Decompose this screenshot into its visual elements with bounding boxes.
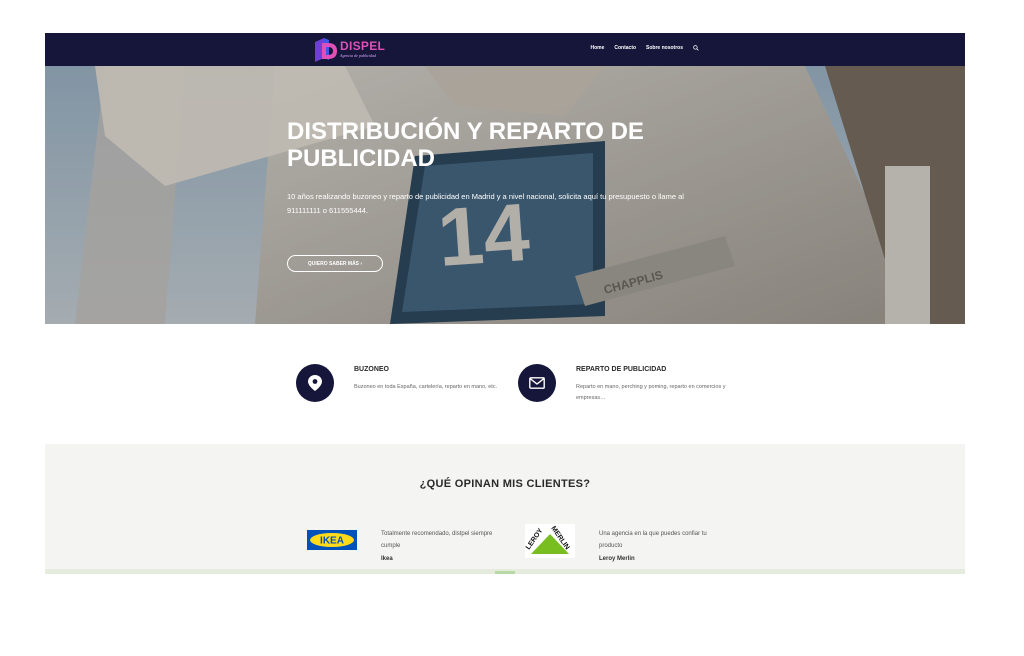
map-pin-icon bbox=[308, 375, 322, 391]
leroy-merlin-logo: LEROY MERLIN bbox=[525, 524, 575, 558]
envelope-icon bbox=[529, 377, 545, 389]
hero-title: DISTRIBUCIÓN Y REPARTO DE PUBLICIDAD bbox=[287, 118, 644, 172]
hero-banner: CHAPPLIS 14 DISTRIBUCIÓN Y REPARTO DE PU… bbox=[45, 66, 965, 324]
service-reparto[interactable]: REPARTO DE PUBLICIDAD Reparto en mano, p… bbox=[518, 364, 738, 424]
envelope-icon-circle bbox=[518, 364, 556, 402]
testimonial-quote: Totalmente recomendado, distpel siempre … bbox=[381, 531, 493, 549]
ikea-logo: IKEA bbox=[307, 530, 357, 550]
testimonial-author: Leroy Merlin bbox=[599, 556, 635, 562]
services-section: BUZONEO Buzoneo en toda España, carteler… bbox=[45, 324, 965, 444]
ikea-logo-text: IKEA bbox=[320, 536, 344, 547]
service-title: REPARTO DE PUBLICIDAD bbox=[576, 366, 667, 373]
testimonials-title: ¿QUÉ OPINAN MIS CLIENTES? bbox=[419, 478, 591, 490]
testimonial-leroy-merlin: LEROY MERLIN Una agencia en la que puede… bbox=[525, 524, 735, 574]
service-description: Buzoneo en toda España, cartelería, repa… bbox=[354, 384, 498, 390]
main-nav: Home Contacto Sobre nosotros bbox=[590, 45, 699, 51]
logo[interactable]: DISPEL Agencia de publicidad bbox=[313, 37, 433, 63]
logo-tagline: Agencia de publicidad bbox=[340, 53, 376, 58]
nav-contacto[interactable]: Contacto bbox=[614, 45, 636, 51]
testimonials-section: ¿QUÉ OPINAN MIS CLIENTES? IKEA Totalment… bbox=[45, 444, 965, 574]
search-icon[interactable] bbox=[693, 45, 699, 51]
service-description: Reparto en mano, perching y poming, repa… bbox=[576, 384, 726, 401]
scroll-tab[interactable] bbox=[495, 571, 515, 574]
nav-sobre-nosotros[interactable]: Sobre nosotros bbox=[646, 45, 683, 51]
quiero-saber-mas-button[interactable]: QUIERO SABER MÁS › bbox=[287, 255, 383, 272]
logo-mark-icon bbox=[315, 38, 337, 62]
nav-home[interactable]: Home bbox=[590, 45, 604, 51]
logo-text: DISPEL bbox=[340, 39, 386, 53]
hero-description: 10 años realizando buzoneo y reparto de … bbox=[287, 192, 684, 215]
testimonial-author: Ikea bbox=[381, 556, 393, 562]
map-pin-icon-circle bbox=[296, 364, 334, 402]
testimonial-quote: Una agencia en la que puedes confiar tu … bbox=[599, 531, 707, 549]
service-title: BUZONEO bbox=[354, 366, 389, 373]
testimonial-ikea: IKEA Totalmente recomendado, distpel sie… bbox=[307, 524, 517, 574]
service-buzoneo[interactable]: BUZONEO Buzoneo en toda España, carteler… bbox=[296, 364, 516, 424]
site-header: DISPEL Agencia de publicidad Home Contac… bbox=[45, 33, 965, 66]
